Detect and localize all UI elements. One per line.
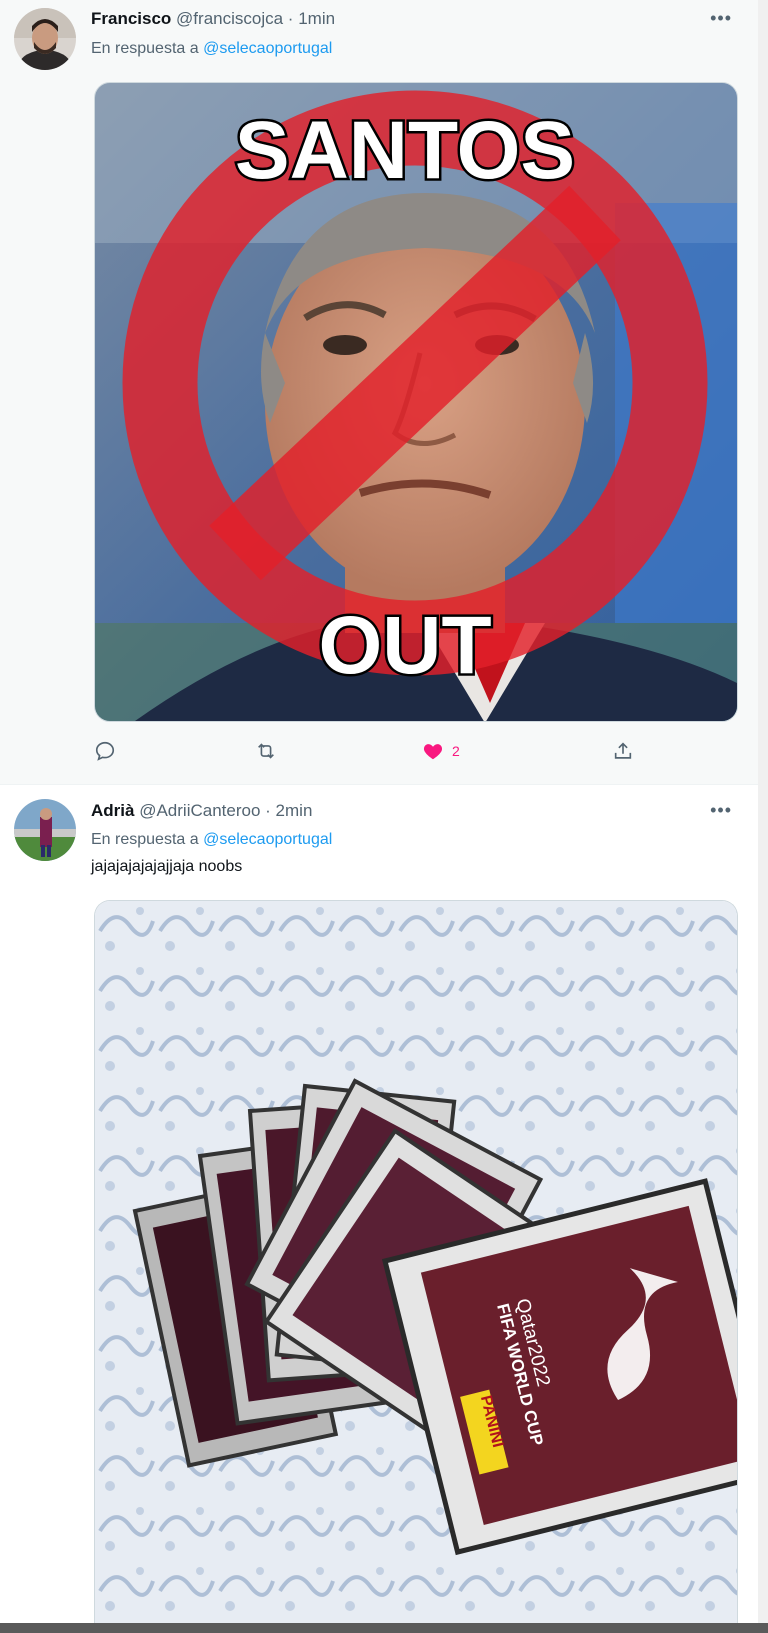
share-upload-icon — [614, 742, 632, 759]
reply-prefix: En respuesta a — [91, 831, 199, 848]
separator: · — [287, 9, 294, 28]
retweet-icon — [258, 743, 274, 759]
reply-mention-link[interactable]: @selecaoportugal — [203, 831, 332, 848]
author-name[interactable]: Adrià — [91, 801, 134, 820]
more-horizontal-icon[interactable]: ••• — [710, 800, 732, 821]
bottom-bar — [0, 1623, 768, 1633]
page-scroll-gutter — [758, 0, 768, 1633]
tweet-image[interactable]: PANINI FIFA WORLD CUP Qatar2022 — [94, 900, 738, 1633]
meme-bottom-text: OUT — [318, 600, 491, 691]
tweet-header: Adrià @AdriiCanteroo · 2min — [91, 800, 312, 822]
separator: · — [265, 801, 271, 820]
reply-bubble-icon — [95, 741, 115, 761]
tweet[interactable]: Francisco @franciscojca · 1min ••• En re… — [0, 0, 758, 785]
like-count: 2 — [452, 743, 460, 759]
reply-context: En respuesta a @selecaoportugal — [91, 38, 332, 60]
tweet-actions: 2 — [94, 740, 654, 766]
meme-top-text: SANTOS — [235, 105, 575, 196]
avatar[interactable] — [14, 799, 76, 861]
author-name[interactable]: Francisco — [91, 9, 171, 28]
tweet-text: jajajajajajajjaja noobs — [91, 858, 243, 875]
reply-context: En respuesta a @selecaoportugal — [91, 829, 332, 851]
author-handle[interactable]: @franciscojca — [176, 9, 283, 28]
reply-button[interactable] — [94, 740, 116, 762]
timestamp[interactable]: 2min — [276, 801, 313, 820]
retweet-button[interactable] — [254, 740, 278, 762]
reply-mention-link[interactable]: @selecaoportugal — [203, 40, 332, 57]
tweet-header: Francisco @franciscojca · 1min — [91, 8, 335, 30]
timeline-feed: Francisco @franciscojca · 1min ••• En re… — [0, 0, 768, 1633]
reply-prefix: En respuesta a — [91, 40, 199, 57]
avatar[interactable] — [14, 8, 76, 70]
like-button[interactable]: 2 — [422, 740, 460, 762]
author-handle[interactable]: @AdriiCanteroo — [139, 801, 260, 820]
more-horizontal-icon[interactable]: ••• — [710, 8, 732, 29]
tweet-image[interactable]: SANTOS OUT — [94, 82, 738, 722]
tweet[interactable]: Adrià @AdriiCanteroo · 2min ••• En respu… — [0, 785, 758, 1633]
timestamp[interactable]: 1min — [298, 9, 335, 28]
heart-icon — [423, 744, 443, 760]
share-button[interactable] — [612, 740, 634, 762]
